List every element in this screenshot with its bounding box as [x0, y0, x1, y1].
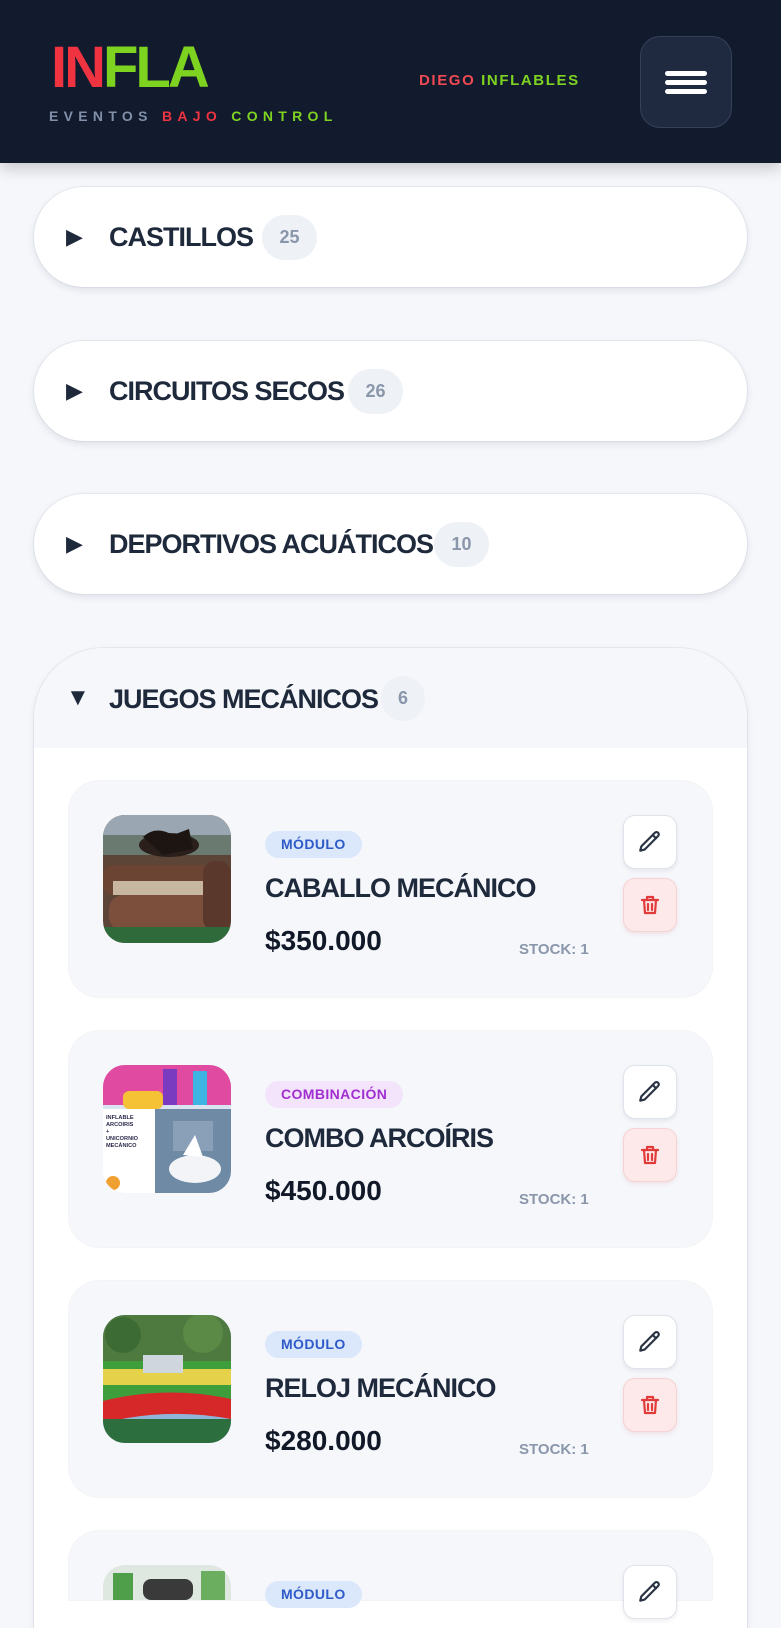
menu-button[interactable] — [640, 36, 732, 128]
category-title: JUEGOS MECÁNICOS — [109, 684, 379, 714]
hamburger-icon — [665, 67, 707, 98]
product-type-badge: MÓDULO — [265, 1581, 362, 1608]
product-card[interactable]: MÓDULO RELOJ MECÁNICO $280.000 STOCK: 1 — [69, 1281, 712, 1497]
product-price: $280.000 — [265, 1425, 382, 1456]
logo-fla: FLA — [103, 35, 210, 100]
tagline-word-3: CONTROL — [231, 108, 338, 124]
trash-icon — [640, 1395, 660, 1415]
category-circuitos-secos[interactable]: ▶ CIRCUITOS SECOS 26 — [34, 341, 747, 441]
expanded-arrow-icon: ▼ — [66, 684, 90, 711]
pencil-icon — [639, 1331, 660, 1352]
product-stock: STOCK: 1 — [519, 1441, 589, 1458]
category-count-badge: 26 — [348, 369, 403, 414]
category-count-badge: 10 — [434, 522, 489, 567]
app-header: INFLA EVENTOS BAJO CONTROL DIEGO INFLABL… — [0, 0, 781, 163]
tagline: EVENTOS BAJO CONTROL — [49, 108, 338, 124]
product-type-badge: MÓDULO — [265, 1331, 362, 1358]
trash-icon — [640, 895, 660, 915]
product-name: CABALLO MECÁNICO — [265, 873, 536, 903]
brand-name-second: INFLABLES — [481, 72, 580, 89]
product-image: INFLABLE ARCOIRIS + UNICORNIO MECÁNICO — [103, 1065, 231, 1193]
delete-button[interactable] — [623, 878, 677, 932]
collapsed-arrow-icon: ▶ — [66, 531, 83, 556]
product-image — [103, 1315, 231, 1443]
category-header[interactable]: ▼ JUEGOS MECÁNICOS 6 — [34, 648, 747, 748]
product-card[interactable]: MÓDULO CABALLO MECÁNICO $350.000 STOCK: … — [69, 781, 712, 997]
brand-name-first: DIEGO — [419, 72, 476, 89]
pencil-icon — [639, 1581, 660, 1602]
product-name: COMBO ARCOÍRIS — [265, 1123, 494, 1153]
delete-button[interactable] — [623, 1378, 677, 1432]
category-castillos[interactable]: ▶ CASTILLOS 25 — [34, 187, 747, 287]
image-caption: INFLABLE ARCOIRIS + UNICORNIO MECÁNICO — [106, 1115, 139, 1149]
product-price: $350.000 — [265, 925, 382, 956]
product-image — [103, 1565, 231, 1600]
brand-name: DIEGO INFLABLES — [419, 72, 580, 89]
edit-button[interactable] — [623, 1065, 677, 1119]
product-image — [103, 815, 231, 943]
pencil-icon — [639, 831, 660, 852]
edit-button[interactable] — [623, 1565, 677, 1619]
collapsed-arrow-icon: ▶ — [66, 378, 83, 403]
product-type-badge: MÓDULO — [265, 831, 362, 858]
category-deportivos-acuaticos[interactable]: ▶ DEPORTIVOS ACUÁTICOS 10 — [34, 494, 747, 594]
trash-icon — [640, 1145, 660, 1165]
collapsed-arrow-icon: ▶ — [66, 224, 83, 249]
category-title: CASTILLOS — [109, 222, 254, 252]
category-title: DEPORTIVOS ACUÁTICOS — [109, 529, 434, 559]
product-card[interactable]: MÓDULO — [69, 1531, 712, 1619]
logo-in: IN — [51, 35, 106, 100]
product-stock: STOCK: 1 — [519, 1191, 589, 1208]
category-count-badge: 6 — [381, 676, 425, 721]
edit-button[interactable] — [623, 815, 677, 869]
product-name: RELOJ MECÁNICO — [265, 1373, 497, 1403]
tagline-word-1: EVENTOS — [49, 108, 153, 124]
pencil-icon — [639, 1081, 660, 1102]
product-stock: STOCK: 1 — [519, 941, 589, 958]
product-card[interactable]: INFLABLE ARCOIRIS + UNICORNIO MECÁNICO C… — [69, 1031, 712, 1247]
logo[interactable]: INFLA — [51, 35, 210, 100]
product-type-badge: COMBINACIÓN — [265, 1081, 404, 1108]
tagline-word-2: BAJO — [161, 108, 223, 124]
category-title: CIRCUITOS SECOS — [109, 376, 345, 406]
edit-button[interactable] — [623, 1315, 677, 1369]
delete-button[interactable] — [623, 1128, 677, 1182]
category-count-badge: 25 — [262, 215, 317, 260]
product-price: $450.000 — [265, 1175, 382, 1206]
